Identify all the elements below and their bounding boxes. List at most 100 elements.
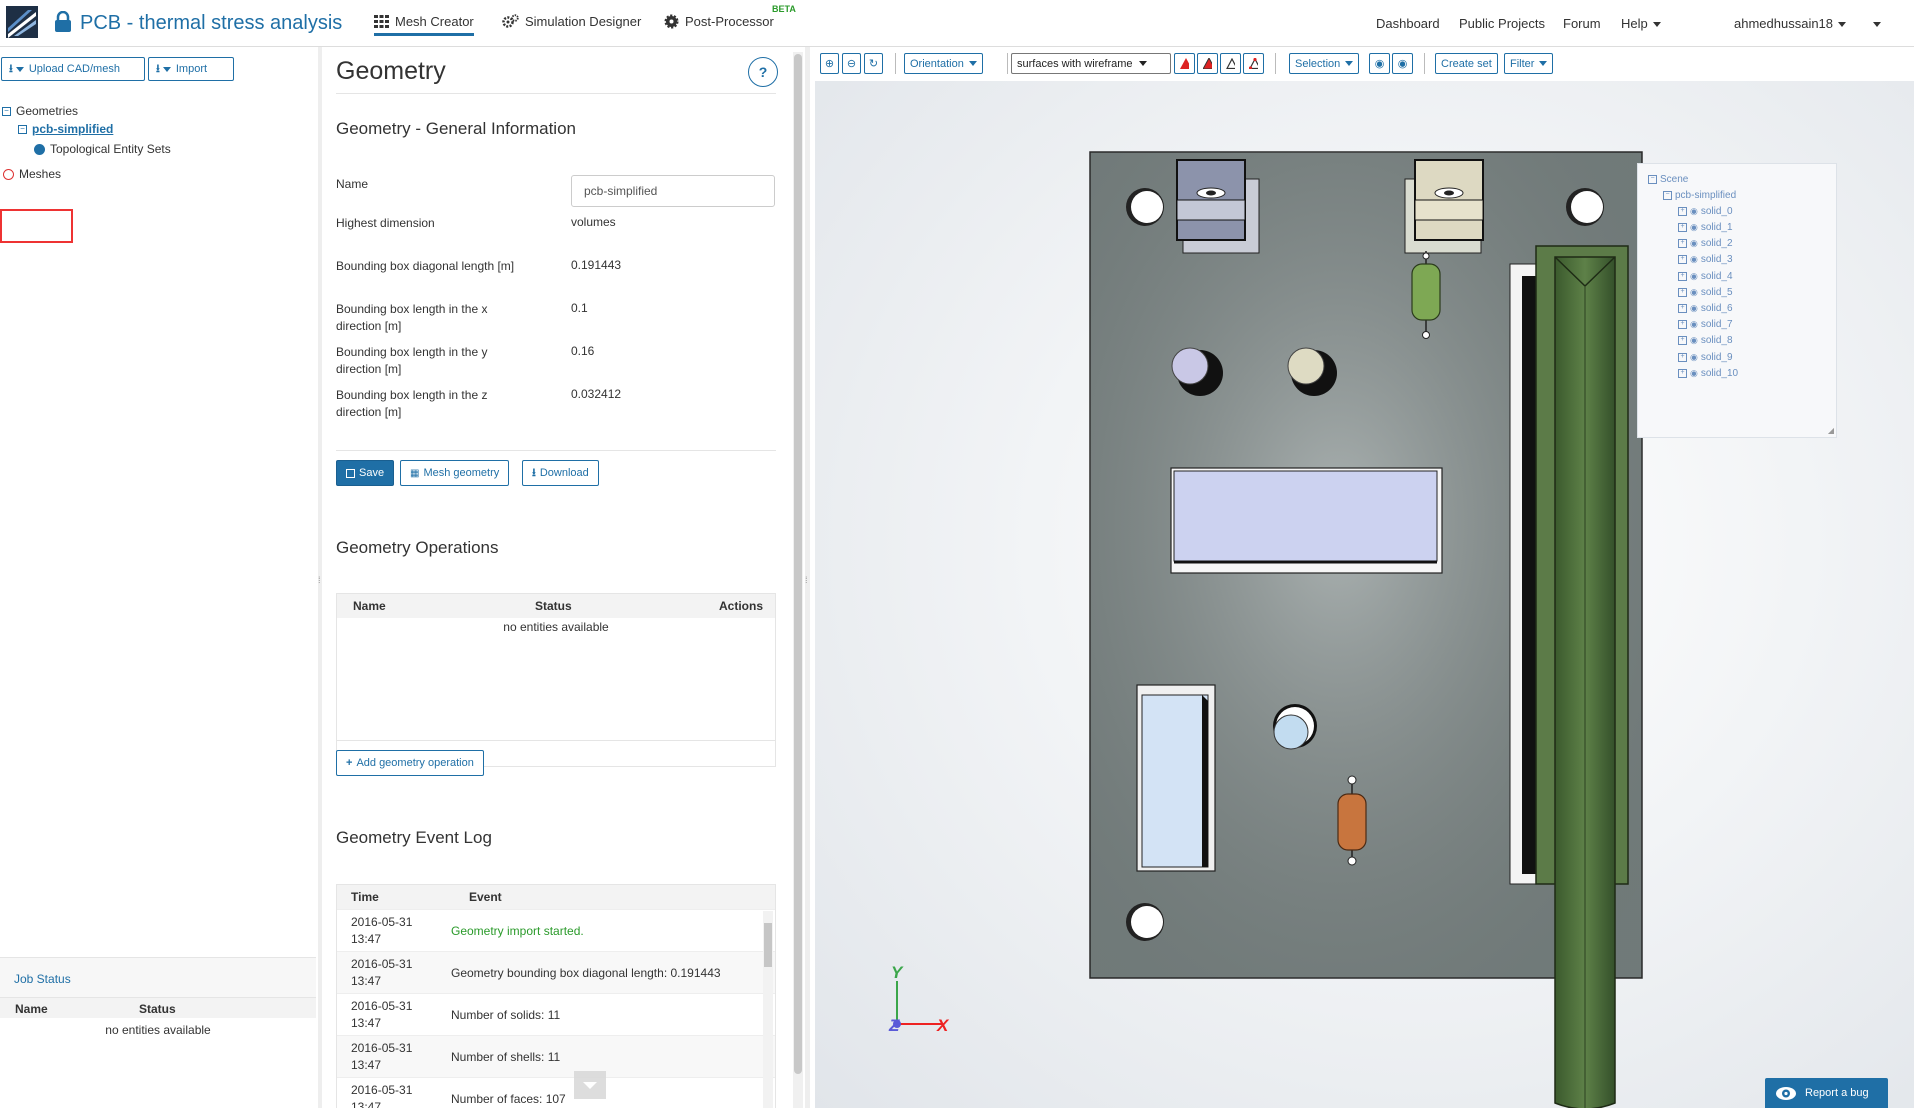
job-status-empty: no entities available (105, 1023, 211, 1037)
tab-mesh-creator[interactable]: Mesh Creator (374, 14, 474, 36)
hide-selection-button[interactable]: ◉ (1369, 53, 1390, 74)
expand-icon[interactable]: + (1678, 272, 1687, 281)
eye-icon[interactable]: ◉ (1690, 303, 1698, 314)
eye-icon[interactable]: ◉ (1690, 238, 1698, 249)
collapse-icon[interactable]: − (2, 106, 11, 116)
orientation-dropdown[interactable]: Orientation (904, 53, 983, 74)
expand-icon[interactable]: + (1678, 207, 1687, 216)
shading-points-button[interactable] (1243, 53, 1264, 74)
expand-icon[interactable]: + (1678, 255, 1687, 264)
help-button[interactable]: ? (748, 57, 778, 87)
nav-public-projects[interactable]: Public Projects (1459, 16, 1545, 31)
job-status-title[interactable]: Job Status (14, 972, 71, 986)
expand-icon[interactable]: + (1678, 369, 1687, 378)
scene-solid[interactable]: + ◉ solid_2 (1678, 238, 1733, 249)
zoom-in-button[interactable]: ⊕ (820, 53, 839, 74)
expand-icon[interactable]: + (1678, 239, 1687, 248)
scroll-thumb[interactable] (794, 54, 802, 1074)
capacitor-right[interactable] (1287, 347, 1325, 385)
event-log-table[interactable]: Time Event 2016-05-31 13:47 Geometry impo… (336, 884, 776, 1108)
nav-dashboard[interactable]: Dashboard (1376, 16, 1440, 31)
solid-label: solid_2 (1700, 238, 1733, 249)
solid-label: solid_7 (1700, 319, 1733, 330)
eye-icon[interactable]: ◉ (1690, 368, 1698, 379)
scene-solid[interactable]: + ◉ solid_10 (1678, 368, 1738, 379)
eye-icon[interactable]: ◉ (1690, 335, 1698, 346)
expand-icon[interactable]: + (1678, 320, 1687, 329)
tree-geometry-item[interactable]: − pcb-simplified (18, 122, 113, 136)
shading-wire-solid-button[interactable] (1197, 53, 1218, 74)
collapse-icon[interactable]: − (1663, 191, 1672, 200)
add-geometry-operation-button[interactable]: + Add geometry operation (336, 750, 484, 776)
save-button[interactable]: Save (336, 460, 395, 486)
simscale-logo-icon[interactable] (6, 6, 38, 38)
resistor-green[interactable] (1411, 263, 1441, 321)
nav-help[interactable]: Help (1621, 16, 1661, 31)
geometry-link[interactable]: pcb-simplified (32, 122, 113, 136)
3d-canvas[interactable]: Y Z X − Scene − pcb-simplified + ◉ solid_0 +… (815, 81, 1914, 1108)
scroll-thumb[interactable] (764, 923, 772, 967)
scene-solid[interactable]: + ◉ solid_4 (1678, 271, 1733, 282)
project-title[interactable]: PCB - thermal stress analysis (80, 12, 342, 35)
scene-solid[interactable]: + ◉ solid_7 (1678, 319, 1733, 330)
expand-icon[interactable]: + (1678, 353, 1687, 362)
scene-group[interactable]: − pcb-simplified (1663, 190, 1736, 201)
render-mode-select[interactable]: surfaces with wireframe (1011, 53, 1171, 74)
resistor-orange[interactable] (1337, 793, 1367, 851)
extra-menu[interactable] (1868, 16, 1881, 31)
eye-icon[interactable]: ◉ (1690, 254, 1698, 265)
mesh-geometry-button[interactable]: ▦ Mesh geometry (400, 460, 510, 486)
tab-post-processor[interactable]: Post-Processor (664, 14, 774, 29)
expand-icon[interactable]: + (1678, 336, 1687, 345)
collapse-icon[interactable]: − (1648, 175, 1657, 184)
scene-root[interactable]: − Scene (1648, 174, 1688, 185)
zoom-out-button[interactable]: ⊖ (842, 53, 861, 74)
import-button[interactable]: ⭳ Import (148, 57, 234, 81)
expand-icon[interactable]: + (1678, 288, 1687, 297)
scene-solid[interactable]: + ◉ solid_9 (1678, 352, 1733, 363)
selection-dropdown[interactable]: Selection (1289, 53, 1360, 74)
eye-icon[interactable]: ◉ (1690, 222, 1698, 233)
create-set-button[interactable]: Create set (1435, 53, 1498, 74)
event-log-scrollbar[interactable] (763, 911, 773, 1108)
filter-dropdown[interactable]: Filter (1504, 53, 1554, 74)
right-splitter[interactable]: ⁞ (805, 47, 810, 1108)
download-button[interactable]: ⭳ Download (522, 460, 599, 486)
geometry-name-input[interactable] (571, 175, 775, 207)
collapse-icon[interactable]: − (18, 124, 27, 134)
report-bug-button[interactable]: Report a bug (1765, 1078, 1888, 1108)
resize-handle-icon[interactable]: ◢ (1828, 426, 1834, 435)
scene-solid[interactable]: + ◉ solid_8 (1678, 335, 1733, 346)
scene-solid[interactable]: + ◉ solid_1 (1678, 222, 1733, 233)
capacitor-left[interactable] (1171, 347, 1209, 385)
scene-tree-overlay[interactable]: − Scene − pcb-simplified + ◉ solid_0 + ◉ solid… (1637, 163, 1837, 438)
nav-forum[interactable]: Forum (1563, 16, 1601, 31)
display-screen[interactable] (1173, 470, 1438, 562)
scroll-down-button[interactable] (574, 1071, 606, 1099)
geometry-panel: Geometry ? Geometry - General Informatio… (322, 47, 792, 1108)
user-menu[interactable]: ahmedhussain18 (1734, 16, 1847, 31)
tab-simulation-designer[interactable]: Simulation Designer (502, 14, 641, 29)
expand-icon[interactable]: + (1678, 304, 1687, 313)
small-round-component[interactable] (1273, 714, 1309, 750)
expand-icon[interactable]: + (1678, 223, 1687, 232)
eye-icon[interactable]: ◉ (1690, 206, 1698, 217)
component-tall[interactable] (1141, 694, 1209, 868)
eye-icon[interactable]: ◉ (1690, 287, 1698, 298)
reset-view-button[interactable]: ↻ (864, 53, 883, 74)
scene-solid[interactable]: + ◉ solid_6 (1678, 303, 1733, 314)
eye-icon[interactable]: ◉ (1690, 271, 1698, 282)
tree-meshes[interactable]: Meshes (3, 167, 61, 181)
shading-wireframe-button[interactable] (1220, 53, 1241, 74)
upload-cad-button[interactable]: ⭳ Upload CAD/mesh (1, 57, 145, 81)
tree-geometries[interactable]: − Geometries (2, 104, 78, 118)
scene-solid[interactable]: + ◉ solid_5 (1678, 287, 1733, 298)
eye-icon[interactable]: ◉ (1690, 319, 1698, 330)
eye-icon[interactable]: ◉ (1690, 352, 1698, 363)
shading-solid-button[interactable] (1174, 53, 1195, 74)
scene-solid[interactable]: + ◉ solid_0 (1678, 206, 1733, 217)
show-all-button[interactable]: ◉ (1392, 53, 1413, 74)
panel-scrollbar[interactable] (793, 52, 803, 1108)
tree-entity-sets[interactable]: Topological Entity Sets (34, 142, 171, 156)
scene-solid[interactable]: + ◉ solid_3 (1678, 254, 1733, 265)
